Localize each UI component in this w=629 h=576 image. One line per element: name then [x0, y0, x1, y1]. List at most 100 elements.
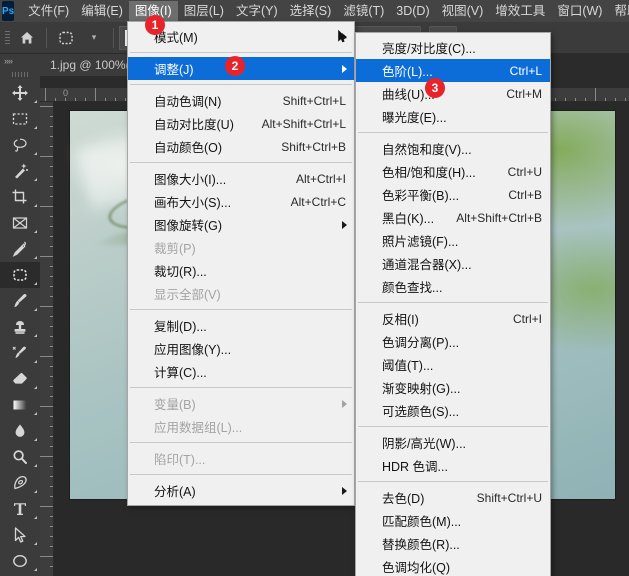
menu-item-label: 匹配颜色(M)...: [382, 515, 462, 529]
menu-item-label: 阈值(T)...: [382, 359, 434, 373]
menu-item-image-9[interactable]: 画布大小(S)... Alt+Ctrl+C: [128, 190, 354, 213]
menu-item-adjust-3[interactable]: 曝光度(E)...: [356, 105, 550, 128]
rectangular-marquee-tool[interactable]: [0, 106, 40, 132]
menu-item-image-17[interactable]: 计算(C)...: [128, 360, 354, 383]
gradient-tool[interactable]: [0, 392, 40, 418]
menu-item-adjust-17[interactable]: 可选颜色(S)...: [356, 399, 550, 422]
menu-item-adjust-5[interactable]: 自然饱和度(V)...: [356, 137, 550, 160]
blur-tool[interactable]: [0, 418, 40, 444]
menu-item-shortcut: Alt+Ctrl+C: [290, 194, 346, 209]
menu-item-adjust-0[interactable]: 亮度/对比度(C)...: [356, 36, 550, 59]
ruler-tick-v: [50, 376, 53, 377]
chevron-down-icon[interactable]: ▾: [80, 24, 108, 52]
menu-item-adjust-19[interactable]: 阴影/高光(W)...: [356, 431, 550, 454]
menu-item-adjust-16[interactable]: 渐变映射(G)...: [356, 376, 550, 399]
menubar-item-7[interactable]: 3D(D): [390, 1, 435, 22]
home-icon[interactable]: [13, 24, 41, 52]
eyedropper-tool[interactable]: [0, 236, 40, 262]
menubar-item-10[interactable]: 窗口(W): [551, 1, 608, 22]
menu-item-image-12[interactable]: 裁切(R)...: [128, 259, 354, 282]
menubar-item-6[interactable]: 滤镜(T): [337, 1, 390, 22]
eraser-tool[interactable]: [0, 366, 40, 392]
menubar-item-4[interactable]: 文字(Y): [230, 1, 284, 22]
tools-panel-collapse-icon[interactable]: »»: [0, 54, 40, 68]
ellipse-tool[interactable]: [0, 548, 40, 574]
tool-more-triangle-icon: [34, 126, 37, 129]
photoshop-window: Ps 文件(F) 编辑(E) 图像(I) 图层(L) 文字(Y) 选择(S) 滤镜(T) 3D…: [0, 0, 629, 576]
menu-item-adjust-10[interactable]: 通道混合器(X)...: [356, 252, 550, 275]
history-brush-tool[interactable]: [0, 340, 40, 366]
menu-separator: [130, 442, 352, 443]
menu-item-adjust-14[interactable]: 色调分离(P)...: [356, 330, 550, 353]
document-tab[interactable]: 1.jpg @ 100%(: [40, 54, 141, 76]
menu-item-adjust-11[interactable]: 颜色查找...: [356, 275, 550, 298]
brush-icon: [11, 292, 29, 310]
menu-item-adjust-8[interactable]: 黑白(K)... Alt+Shift+Ctrl+B: [356, 206, 550, 229]
menu-item-image-4[interactable]: 自动色调(N) Shift+Ctrl+L: [128, 89, 354, 112]
dodge-tool[interactable]: [0, 444, 40, 470]
frame-tool[interactable]: [0, 210, 40, 236]
submenu-arrow-icon: [342, 486, 347, 495]
menu-item-adjust-1[interactable]: 色阶(L)... Ctrl+L: [356, 59, 550, 82]
menu-item-image-16[interactable]: 应用图像(Y)...: [128, 337, 354, 360]
menu-separator: [130, 474, 352, 475]
adjustments-submenu[interactable]: 亮度/对比度(C)... 色阶(L)... Ctrl+L 曲线(U)... Ctrl+M…: [355, 32, 551, 576]
tools-panel-grip[interactable]: [0, 68, 40, 80]
menubar-item-1[interactable]: 编辑(E): [75, 1, 129, 22]
type-tool[interactable]: [0, 496, 40, 522]
menu-separator: [130, 84, 352, 85]
menu-item-label: 色调均化(Q): [382, 561, 451, 575]
menu-item-adjust-25[interactable]: 色调均化(Q): [356, 555, 550, 576]
menu-item-label: 通道混合器(X)...: [382, 258, 472, 272]
menubar-item-3[interactable]: 图层(L): [178, 1, 230, 22]
crop-tool[interactable]: [0, 184, 40, 210]
menu-item-adjust-15[interactable]: 阈值(T)...: [356, 353, 550, 376]
menubar-item-5[interactable]: 选择(S): [284, 1, 338, 22]
options-bar-grip[interactable]: [3, 26, 13, 50]
menu-item-adjust-22[interactable]: 去色(D) Shift+Ctrl+U: [356, 486, 550, 509]
brush-tool[interactable]: [0, 288, 40, 314]
menubar-item-0[interactable]: 文件(F): [22, 1, 75, 22]
menu-item-image-6[interactable]: 自动颜色(O) Shift+Ctrl+B: [128, 135, 354, 158]
clone-stamp-tool[interactable]: [0, 314, 40, 340]
menu-item-label: 阴影/高光(W)...: [382, 437, 467, 451]
magic-wand-tool[interactable]: [0, 158, 40, 184]
menu-item-shortcut: Shift+Ctrl+U: [476, 490, 542, 505]
menu-item-adjust-24[interactable]: 替换颜色(R)...: [356, 532, 550, 555]
menu-item-adjust-7[interactable]: 色彩平衡(B)... Ctrl+B: [356, 183, 550, 206]
menu-item-image-15[interactable]: 复制(D)...: [128, 314, 354, 337]
menu-item-adjust-2[interactable]: 曲线(U)... Ctrl+M: [356, 82, 550, 105]
menu-separator: [358, 132, 548, 133]
menu-separator: [130, 162, 352, 163]
ruler-tick-v: [50, 426, 53, 427]
menu-item-adjust-23[interactable]: 匹配颜色(M)...: [356, 509, 550, 532]
ruler-tick-v: [40, 356, 53, 357]
menu-item-adjust-13[interactable]: 反相(I) Ctrl+I: [356, 307, 550, 330]
menu-item-label: 裁切(R)...: [154, 265, 207, 279]
menu-item-image-5[interactable]: 自动对比度(U) Alt+Shift+Ctrl+L: [128, 112, 354, 135]
move-tool[interactable]: [0, 80, 40, 106]
menu-item-label: 自动对比度(U): [154, 118, 234, 132]
lasso-tool[interactable]: [0, 132, 40, 158]
history-brush-icon: [11, 344, 29, 362]
tool-more-triangle-icon: [34, 282, 37, 285]
patch-tool[interactable]: [0, 262, 40, 288]
menu-item-shortcut: Shift+Ctrl+B: [281, 139, 346, 154]
path-selection-tool[interactable]: [0, 522, 40, 548]
pen-tool[interactable]: [0, 470, 40, 496]
tool-more-triangle-icon: [34, 178, 37, 181]
patch-tool-icon[interactable]: [52, 24, 80, 52]
ruler-tick-v: [50, 536, 53, 537]
menu-item-image-8[interactable]: 图像大小(I)... Alt+Ctrl+I: [128, 167, 354, 190]
image-menu-dropdown[interactable]: 模式(M) 调整(J) 自动色调(N) Shift+Ctrl+L 自动对比度(U) Alt…: [127, 21, 355, 506]
menu-item-adjust-20[interactable]: HDR 色调...: [356, 454, 550, 477]
menu-item-image-10[interactable]: 图像旋转(G): [128, 213, 354, 236]
menu-item-adjust-6[interactable]: 色相/饱和度(H)... Ctrl+U: [356, 160, 550, 183]
menubar-item-11[interactable]: 帮助(H): [608, 1, 629, 22]
menu-item-adjust-9[interactable]: 照片滤镜(F)...: [356, 229, 550, 252]
menubar-item-9[interactable]: 增效工具: [489, 1, 551, 22]
menubar-item-8[interactable]: 视图(V): [436, 1, 490, 22]
menu-item-image-24[interactable]: 分析(A): [128, 479, 354, 502]
menu-item-shortcut: Ctrl+B: [508, 187, 542, 202]
menu-item-image-19: 变量(B): [128, 392, 354, 415]
